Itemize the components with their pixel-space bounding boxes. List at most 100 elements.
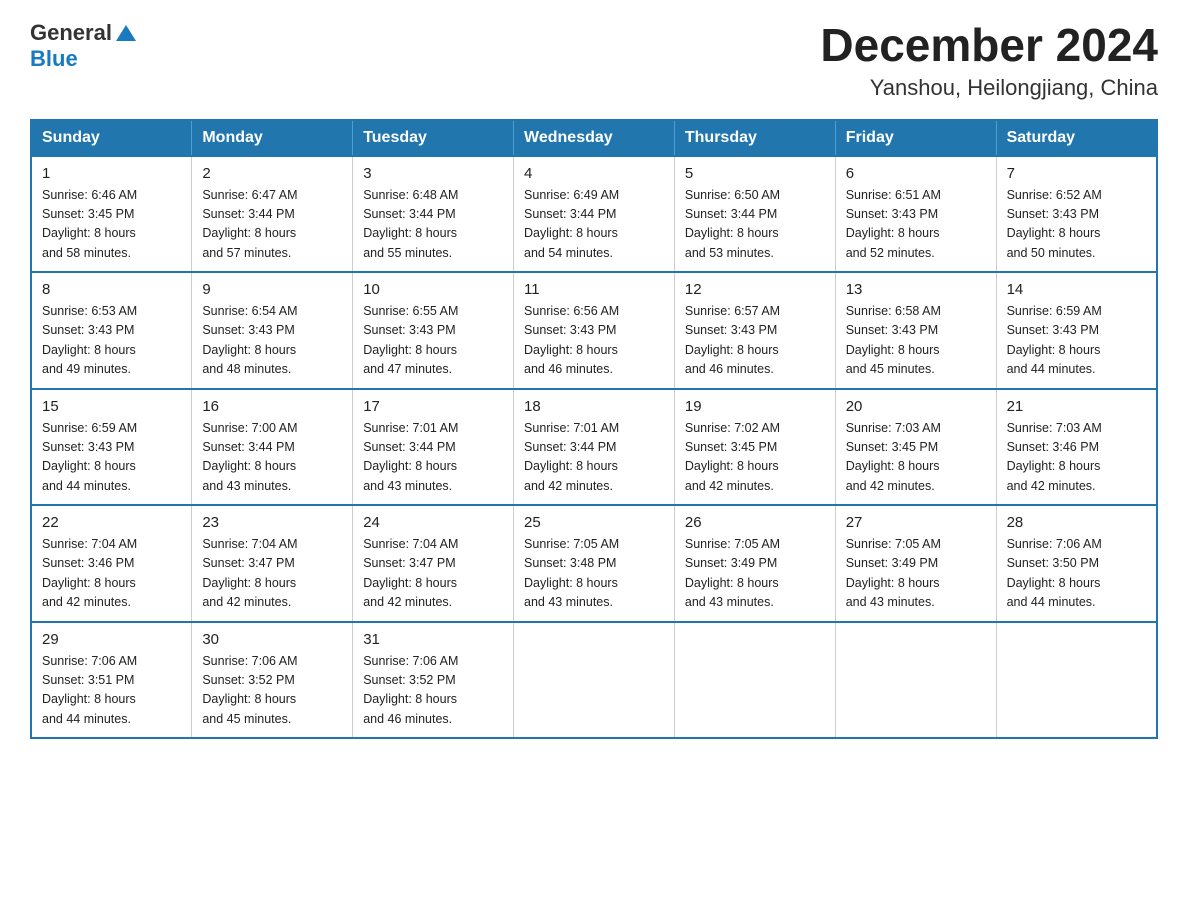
day-info: Sunrise: 6:51 AMSunset: 3:43 PMDaylight:… — [846, 186, 986, 264]
day-info: Sunrise: 7:01 AMSunset: 3:44 PMDaylight:… — [363, 419, 503, 497]
day-info: Sunrise: 7:06 AMSunset: 3:52 PMDaylight:… — [363, 652, 503, 730]
calendar-day-cell: 1Sunrise: 6:46 AMSunset: 3:45 PMDaylight… — [31, 156, 192, 273]
calendar-day-cell: 19 Sunrise: 7:02 AMSunset: 3:45 PMDayligh… — [674, 389, 835, 506]
day-info: Sunrise: 7:00 AMSunset: 3:44 PMDaylight:… — [202, 419, 342, 497]
calendar-day-cell: 8 Sunrise: 6:53 AMSunset: 3:43 PMDaylight… — [31, 272, 192, 389]
page-subtitle: Yanshou, Heilongjiang, China — [820, 75, 1158, 101]
logo-general-text: General — [30, 20, 112, 46]
calendar-week-row: 1Sunrise: 6:46 AMSunset: 3:45 PMDaylight… — [31, 156, 1157, 273]
day-info: Sunrise: 6:59 AMSunset: 3:43 PMDaylight:… — [42, 419, 181, 497]
day-info: Sunrise: 6:48 AMSunset: 3:44 PMDaylight:… — [363, 186, 503, 264]
calendar-day-cell: 3Sunrise: 6:48 AMSunset: 3:44 PMDaylight… — [353, 156, 514, 273]
day-number: 12 — [685, 281, 825, 298]
calendar-day-cell: 31Sunrise: 7:06 AMSunset: 3:52 PMDayligh… — [353, 622, 514, 739]
page-title: December 2024 — [820, 20, 1158, 71]
calendar-day-cell: 15Sunrise: 6:59 AMSunset: 3:43 PMDayligh… — [31, 389, 192, 506]
day-number: 16 — [202, 398, 342, 415]
day-number: 11 — [524, 281, 664, 298]
day-number: 19 — [685, 398, 825, 415]
page-header: General Blue December 2024 Yanshou, Heil… — [30, 20, 1158, 101]
day-info: Sunrise: 6:49 AMSunset: 3:44 PMDaylight:… — [524, 186, 664, 264]
calendar-day-cell: 22 Sunrise: 7:04 AMSunset: 3:46 PMDayligh… — [31, 505, 192, 622]
day-number: 18 — [524, 398, 664, 415]
day-number: 2 — [202, 165, 342, 182]
header-tuesday: Tuesday — [353, 120, 514, 156]
day-number: 24 — [363, 514, 503, 531]
calendar-day-cell: 21 Sunrise: 7:03 AMSunset: 3:46 PMDayligh… — [996, 389, 1157, 506]
calendar-day-cell: 4 Sunrise: 6:49 AMSunset: 3:44 PMDaylight… — [514, 156, 675, 273]
day-number: 20 — [846, 398, 986, 415]
day-info: Sunrise: 7:03 AMSunset: 3:46 PMDaylight:… — [1007, 419, 1146, 497]
day-info: Sunrise: 7:06 AMSunset: 3:50 PMDaylight:… — [1007, 535, 1146, 613]
day-number: 17 — [363, 398, 503, 415]
logo-blue-text: Blue — [30, 46, 78, 72]
day-number: 27 — [846, 514, 986, 531]
calendar-day-cell: 28 Sunrise: 7:06 AMSunset: 3:50 PMDayligh… — [996, 505, 1157, 622]
day-number: 21 — [1007, 398, 1146, 415]
day-info: Sunrise: 7:05 AMSunset: 3:48 PMDaylight:… — [524, 535, 664, 613]
day-info: Sunrise: 6:54 AMSunset: 3:43 PMDaylight:… — [202, 302, 342, 380]
day-number: 25 — [524, 514, 664, 531]
day-info: Sunrise: 7:04 AMSunset: 3:47 PMDaylight:… — [202, 535, 342, 613]
header-wednesday: Wednesday — [514, 120, 675, 156]
calendar-day-cell: 10 Sunrise: 6:55 AMSunset: 3:43 PMDayligh… — [353, 272, 514, 389]
day-number: 7 — [1007, 165, 1146, 182]
calendar-day-cell: 26 Sunrise: 7:05 AMSunset: 3:49 PMDayligh… — [674, 505, 835, 622]
calendar-day-cell: 20Sunrise: 7:03 AMSunset: 3:45 PMDayligh… — [835, 389, 996, 506]
logo-arrow-icon — [115, 23, 137, 43]
calendar-day-cell: 13 Sunrise: 6:58 AMSunset: 3:43 PMDayligh… — [835, 272, 996, 389]
calendar-day-cell: 11 Sunrise: 6:56 AMSunset: 3:43 PMDayligh… — [514, 272, 675, 389]
day-number: 4 — [524, 165, 664, 182]
calendar-day-cell: 5 Sunrise: 6:50 AMSunset: 3:44 PMDaylight… — [674, 156, 835, 273]
day-number: 6 — [846, 165, 986, 182]
day-number: 9 — [202, 281, 342, 298]
day-info: Sunrise: 7:06 AMSunset: 3:51 PMDaylight:… — [42, 652, 181, 730]
calendar-day-cell: 17 Sunrise: 7:01 AMSunset: 3:44 PMDayligh… — [353, 389, 514, 506]
day-info: Sunrise: 6:56 AMSunset: 3:43 PMDaylight:… — [524, 302, 664, 380]
day-number: 26 — [685, 514, 825, 531]
day-info: Sunrise: 6:52 AMSunset: 3:43 PMDaylight:… — [1007, 186, 1146, 264]
day-number: 8 — [42, 281, 181, 298]
calendar-day-cell: 24 Sunrise: 7:04 AMSunset: 3:47 PMDayligh… — [353, 505, 514, 622]
day-number: 10 — [363, 281, 503, 298]
calendar-day-cell — [996, 622, 1157, 739]
calendar-day-cell: 30 Sunrise: 7:06 AMSunset: 3:52 PMDayligh… — [192, 622, 353, 739]
day-info: Sunrise: 7:04 AMSunset: 3:46 PMDaylight:… — [42, 535, 181, 613]
calendar-day-cell: 9 Sunrise: 6:54 AMSunset: 3:43 PMDaylight… — [192, 272, 353, 389]
calendar-day-cell — [674, 622, 835, 739]
calendar-table: Sunday Monday Tuesday Wednesday Thursday… — [30, 119, 1158, 740]
calendar-day-cell: 6 Sunrise: 6:51 AMSunset: 3:43 PMDaylight… — [835, 156, 996, 273]
day-info: Sunrise: 7:05 AMSunset: 3:49 PMDaylight:… — [685, 535, 825, 613]
day-info: Sunrise: 6:55 AMSunset: 3:43 PMDaylight:… — [363, 302, 503, 380]
calendar-day-cell: 2Sunrise: 6:47 AMSunset: 3:44 PMDaylight… — [192, 156, 353, 273]
day-number: 30 — [202, 631, 342, 648]
day-number: 14 — [1007, 281, 1146, 298]
day-number: 5 — [685, 165, 825, 182]
header-friday: Friday — [835, 120, 996, 156]
day-number: 1 — [42, 165, 181, 182]
day-info: Sunrise: 6:50 AMSunset: 3:44 PMDaylight:… — [685, 186, 825, 264]
day-number: 28 — [1007, 514, 1146, 531]
day-info: Sunrise: 7:06 AMSunset: 3:52 PMDaylight:… — [202, 652, 342, 730]
title-block: December 2024 Yanshou, Heilongjiang, Chi… — [820, 20, 1158, 101]
calendar-day-cell: 23Sunrise: 7:04 AMSunset: 3:47 PMDayligh… — [192, 505, 353, 622]
calendar-day-cell: 25 Sunrise: 7:05 AMSunset: 3:48 PMDayligh… — [514, 505, 675, 622]
calendar-week-row: 8 Sunrise: 6:53 AMSunset: 3:43 PMDaylight… — [31, 272, 1157, 389]
day-info: Sunrise: 6:58 AMSunset: 3:43 PMDaylight:… — [846, 302, 986, 380]
calendar-day-cell: 14Sunrise: 6:59 AMSunset: 3:43 PMDayligh… — [996, 272, 1157, 389]
calendar-day-cell: 16 Sunrise: 7:00 AMSunset: 3:44 PMDayligh… — [192, 389, 353, 506]
day-info: Sunrise: 7:04 AMSunset: 3:47 PMDaylight:… — [363, 535, 503, 613]
calendar-day-cell: 12Sunrise: 6:57 AMSunset: 3:43 PMDayligh… — [674, 272, 835, 389]
day-number: 22 — [42, 514, 181, 531]
day-info: Sunrise: 7:02 AMSunset: 3:45 PMDaylight:… — [685, 419, 825, 497]
header-sunday: Sunday — [31, 120, 192, 156]
day-info: Sunrise: 6:53 AMSunset: 3:43 PMDaylight:… — [42, 302, 181, 380]
calendar-day-cell: 27Sunrise: 7:05 AMSunset: 3:49 PMDayligh… — [835, 505, 996, 622]
calendar-week-row: 22 Sunrise: 7:04 AMSunset: 3:46 PMDayligh… — [31, 505, 1157, 622]
header-saturday: Saturday — [996, 120, 1157, 156]
calendar-header-row: Sunday Monday Tuesday Wednesday Thursday… — [31, 120, 1157, 156]
calendar-week-row: 29Sunrise: 7:06 AMSunset: 3:51 PMDayligh… — [31, 622, 1157, 739]
day-number: 13 — [846, 281, 986, 298]
calendar-day-cell: 18Sunrise: 7:01 AMSunset: 3:44 PMDayligh… — [514, 389, 675, 506]
calendar-day-cell — [835, 622, 996, 739]
